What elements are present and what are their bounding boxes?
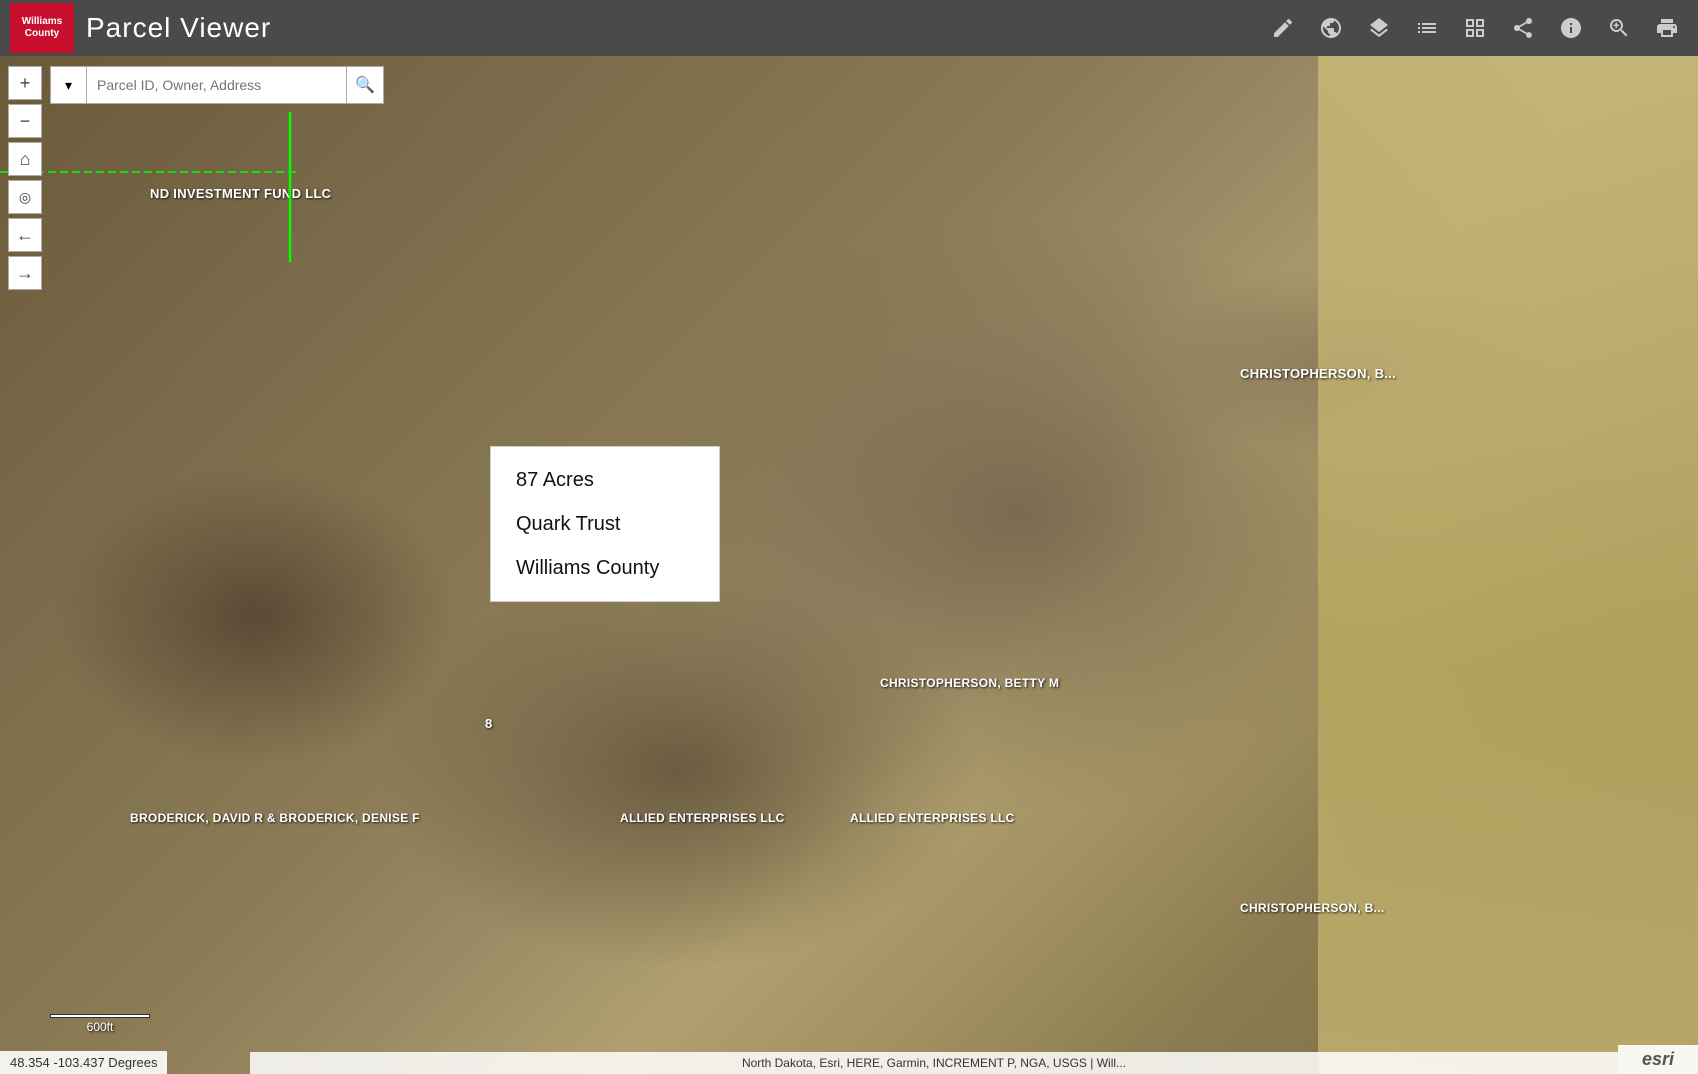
print-icon[interactable] (1646, 7, 1688, 49)
popup-owner: Quark Trust (516, 511, 694, 537)
search-input[interactable] (86, 66, 346, 104)
locate-button[interactable]: ◎ (8, 180, 42, 214)
zoom-to-extent-icon[interactable] (1598, 7, 1640, 49)
layers-icon[interactable] (1358, 7, 1400, 49)
zoom-out-button[interactable]: − (8, 104, 42, 138)
label-christopherson-top: CHRISTOPHERSON, B... (1240, 366, 1396, 381)
logo: Williams County (10, 3, 74, 53)
info-icon[interactable] (1550, 7, 1592, 49)
label-christopherson-betty: CHRISTOPHERSON, BETTY M (880, 676, 1059, 690)
app-title: Parcel Viewer (86, 12, 1262, 44)
list-icon[interactable] (1406, 7, 1448, 49)
home-button[interactable]: ⌂ (8, 142, 42, 176)
label-parcel-num: 8 (485, 716, 493, 731)
back-button[interactable]: ← (8, 218, 42, 252)
popup-acres: 87 Acres (516, 467, 694, 493)
toolbar (1262, 7, 1688, 49)
popup-county: Williams County (516, 555, 694, 581)
share-icon[interactable] (1502, 7, 1544, 49)
esri-logo: esri (1618, 1045, 1698, 1074)
scale-label: 600ft (87, 1020, 114, 1034)
draw-icon[interactable] (1262, 7, 1304, 49)
network-icon[interactable] (1310, 7, 1352, 49)
label-allied-1: ALLIED ENTERPRISES LLC (620, 811, 785, 825)
scale-line (50, 1014, 150, 1018)
label-allied-2: ALLIED ENTERPRISES LLC (850, 811, 1015, 825)
scale-bar: 600ft (50, 1014, 150, 1034)
zoom-in-button[interactable]: + (8, 66, 42, 100)
label-broderick: BRODERICK, DAVID R & BRODERICK, DENISE F (130, 811, 420, 825)
search-bar: ▾ 🔍 (50, 66, 384, 104)
search-filter-button[interactable]: ▾ (50, 66, 86, 104)
grid-icon[interactable] (1454, 7, 1496, 49)
parcel-popup: 87 Acres Quark Trust Williams County (490, 446, 720, 602)
right-field (1318, 56, 1698, 1074)
label-christopherson-bottom: CHRISTOPHERSON, B... (1240, 901, 1384, 915)
search-button[interactable]: 🔍 (346, 66, 384, 104)
header: Williams County Parcel Viewer (0, 0, 1698, 56)
forward-button[interactable]: → (8, 256, 42, 290)
coordinates-display: 48.354 -103.437 Degrees (0, 1051, 167, 1074)
map-controls: + − ⌂ ◎ ← → (0, 66, 42, 290)
label-nd-investment: ND INVESTMENT FUND LLC (150, 186, 331, 201)
map-view[interactable]: ▾ 🔍 + − ⌂ ◎ ← → ND INVESTMENT FUND LLC C… (0, 56, 1698, 1074)
logo-text: Williams County (22, 16, 62, 40)
attribution-bar: North Dakota, Esri, HERE, Garmin, INCREM… (250, 1052, 1618, 1074)
